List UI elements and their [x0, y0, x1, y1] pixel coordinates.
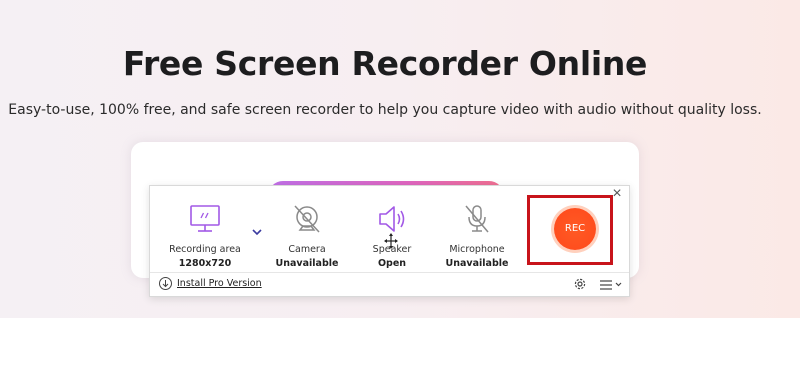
microphone-value: Unavailable — [445, 258, 509, 269]
recording-area-tool[interactable]: Recording area 1280x720 — [160, 200, 250, 269]
recorder-toolbar: × Recording area 1280x720 Camera Unavail… — [149, 185, 630, 297]
gear-icon[interactable] — [573, 277, 587, 291]
microphone-label: Microphone — [449, 244, 505, 255]
microphone-tool[interactable]: Microphone Unavailable — [432, 200, 522, 269]
download-icon — [159, 277, 172, 290]
footer-divider — [150, 272, 629, 273]
install-pro-link[interactable]: Install Pro Version — [159, 277, 262, 290]
camera-tool[interactable]: Camera Unavailable — [262, 200, 352, 269]
camera-value: Unavailable — [275, 258, 339, 269]
camera-off-icon — [262, 200, 352, 238]
rec-button[interactable]: REC — [554, 208, 596, 250]
microphone-off-icon — [432, 200, 522, 238]
monitor-icon — [160, 200, 250, 238]
menu-icon[interactable] — [599, 278, 625, 290]
install-pro-label: Install Pro Version — [177, 278, 262, 289]
speaker-value: Open — [377, 258, 407, 269]
page-title: Free Screen Recorder Online — [122, 44, 648, 83]
camera-label: Camera — [288, 244, 326, 255]
move-cursor-icon — [384, 233, 398, 249]
recording-area-value: 1280x720 — [178, 258, 232, 269]
page-subtitle: Easy-to-use, 100% free, and safe screen … — [8, 102, 762, 118]
recording-area-label: Recording area — [169, 244, 241, 255]
